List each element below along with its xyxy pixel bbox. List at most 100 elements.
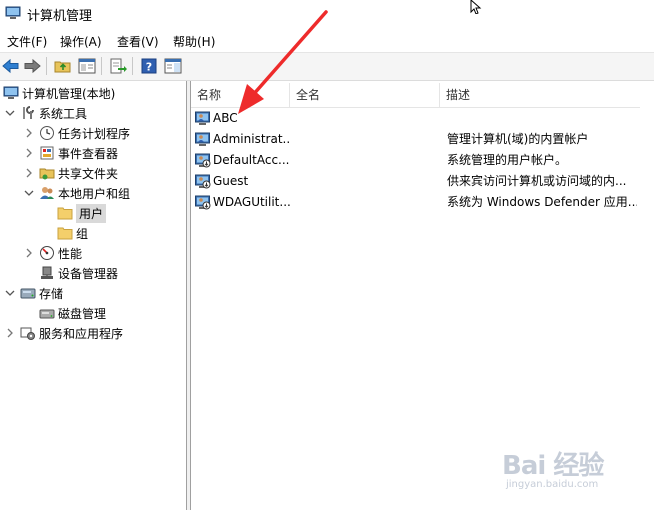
computer-management-icon [3,85,19,101]
forward-arrow-icon [24,58,41,74]
cell-fullname [291,192,439,213]
column-header-fullname[interactable]: 全名 [290,83,440,107]
list-header: 名称 全名 描述 [191,83,640,108]
tree-node-root[interactable]: 计算机管理(本地) [3,83,115,103]
tree-node-users[interactable]: 用户 [57,203,107,223]
chevron-right-icon[interactable] [23,127,35,139]
export-icon [110,58,127,74]
tree-label: 本地用户和组 [58,186,131,201]
console-tree: 计算机管理(本地) 系统工具 任务计划程序 事件查看器 共享文件夹 本地用户和组… [0,81,187,510]
cell-fullname [291,150,439,171]
chevron-right-icon[interactable] [23,147,35,159]
window-title: 计算机管理 [27,9,93,24]
folder-icon [57,225,73,241]
watermark: Bai 经验 jingyan.baidu.com [498,445,648,495]
user-account-icon [195,111,210,125]
computer-management-icon [5,6,21,19]
cell-name: DefaultAcc... [213,153,290,167]
tree-label: 事件查看器 [58,146,119,161]
menu-bar: 文件(F) 操作(A) 查看(V) 帮助(H) [0,28,654,53]
folder-icon [57,205,73,221]
table-row[interactable]: Administrat... 管理计算机(域)的内置帐户 [191,129,640,150]
cell-name: Administrat... [213,132,291,146]
user-account-icon [195,132,210,146]
chevron-down-icon[interactable] [4,107,16,119]
svg-text:?: ? [146,61,152,74]
menu-action[interactable]: 操作(A) [60,33,102,50]
clock-icon [39,125,55,141]
menu-file[interactable]: 文件(F) [7,33,47,50]
tree-node-performance[interactable]: 性能 [23,243,82,263]
tree-label: 服务和应用程序 [39,326,124,341]
chevron-right-icon[interactable] [4,327,16,339]
tree-node-storage[interactable]: 存储 [4,283,63,303]
chevron-right-icon[interactable] [23,247,35,259]
tree-node-groups[interactable]: 组 [57,223,88,243]
chevron-down-icon[interactable] [23,187,35,199]
tree-label: 共享文件夹 [58,166,119,181]
disabled-user-icon [195,195,211,210]
tree-label: 设备管理器 [58,266,119,281]
tree-node-local-users-groups[interactable]: 本地用户和组 [23,183,130,203]
tree-node-device-manager[interactable]: 设备管理器 [39,263,118,283]
performance-gauge-icon [39,245,55,261]
tree-node-services-apps[interactable]: 服务和应用程序 [4,323,123,343]
tree-label: 存储 [39,286,64,301]
chevron-right-icon[interactable] [23,167,35,179]
mouse-cursor-icon [470,0,482,14]
cell-fullname [291,171,439,192]
tree-label: 性能 [58,246,83,261]
tree-node-event-viewer[interactable]: 事件查看器 [23,143,118,163]
table-row[interactable]: DefaultAcc... 系统管理的用户帐户。 [191,150,640,171]
up-level-button[interactable] [53,56,73,76]
column-header-name[interactable]: 名称 [191,83,290,107]
tools-icon [20,105,36,121]
storage-icon [20,285,36,301]
back-arrow-icon [2,58,19,74]
tree-label: 组 [76,226,89,241]
tree-node-disk-management[interactable]: 磁盘管理 [39,303,106,323]
chevron-down-icon[interactable] [4,287,16,299]
device-manager-icon [39,265,55,281]
cell-name: ABC [213,111,238,125]
forward-button[interactable] [22,56,42,76]
tree-node-shared-folders[interactable]: 共享文件夹 [23,163,118,183]
cell-description [447,108,637,129]
tree-label: 用户 [76,203,107,223]
tree-label: 任务计划程序 [58,126,131,141]
cell-fullname [291,108,439,129]
help-icon: ? [141,58,157,74]
tree-label: 系统工具 [39,106,88,121]
tree-label: 计算机管理(本地) [22,86,116,101]
toolbar-separator [46,57,47,75]
watermark-url: jingyan.baidu.com [506,479,599,490]
tree-label: 磁盘管理 [58,306,107,321]
menu-help[interactable]: 帮助(H) [173,33,215,50]
cell-description: 系统为 Windows Defender 应用... [447,195,637,209]
table-row[interactable]: ABC [191,108,640,129]
help-button[interactable]: ? [139,56,159,76]
action-pane-icon [164,58,182,74]
show-hide-tree-button[interactable] [77,56,97,76]
menu-view[interactable]: 查看(V) [117,33,159,50]
cell-description: 供来宾访问计算机或访问域的内... [447,174,627,188]
watermark-brand: Bai 经验 [502,451,604,481]
tree-node-system-tools[interactable]: 系统工具 [4,103,87,123]
back-button[interactable] [1,56,21,76]
cell-description: 管理计算机(域)的内置帐户 [447,132,589,146]
tree-node-task-scheduler[interactable]: 任务计划程序 [23,123,130,143]
event-viewer-icon [39,145,55,161]
table-row[interactable]: WDAGUtilit... 系统为 Windows Defender 应用... [191,192,640,213]
cell-fullname [291,129,439,150]
users-group-icon [39,185,55,201]
console-tree-icon [78,58,96,74]
show-action-pane-button[interactable] [163,56,183,76]
column-header-description[interactable]: 描述 [440,83,640,107]
disk-icon [39,305,55,321]
toolbar-separator [101,57,102,75]
shared-folder-icon [39,165,55,181]
table-row[interactable]: Guest 供来宾访问计算机或访问域的内... [191,171,640,192]
cell-name: WDAGUtilit... [213,195,291,209]
export-list-button[interactable] [108,56,128,76]
cell-description: 系统管理的用户帐户。 [447,153,568,167]
